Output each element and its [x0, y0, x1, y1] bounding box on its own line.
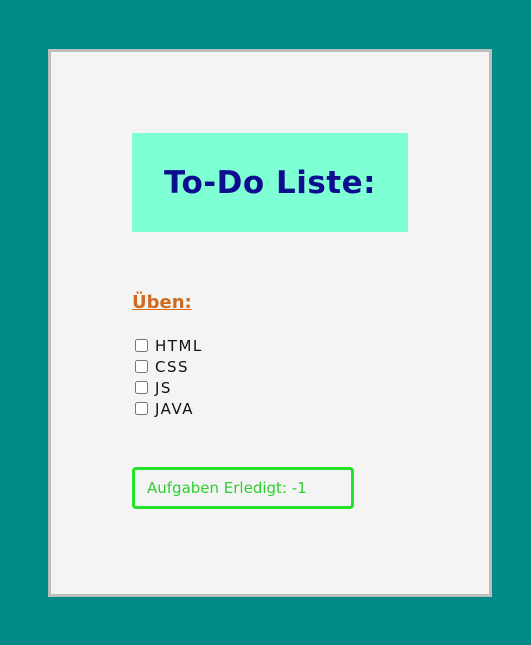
completed-counter-box: Aufgaben Erledigt: -1 — [132, 467, 354, 509]
todo-card: To-Do Liste: Üben: HTML CSS JS JAVA Aufg… — [48, 49, 492, 597]
task-checkbox-java[interactable] — [135, 402, 148, 415]
task-label-html: HTML — [155, 336, 203, 355]
task-checkbox-css[interactable] — [135, 360, 148, 373]
task-checkbox-js[interactable] — [135, 381, 148, 394]
task-checkbox-html[interactable] — [135, 339, 148, 352]
task-item-java: JAVA — [135, 398, 203, 419]
task-label-css: CSS — [155, 357, 190, 376]
completed-counter-text: Aufgaben Erledigt: -1 — [147, 479, 307, 497]
task-item-js: JS — [135, 377, 203, 398]
task-item-html: HTML — [135, 335, 203, 356]
task-label-java: JAVA — [155, 399, 195, 418]
section-heading: Üben: — [132, 292, 192, 313]
page-title: To-Do Liste: — [163, 164, 377, 201]
task-list: HTML CSS JS JAVA — [135, 335, 203, 419]
task-item-css: CSS — [135, 356, 203, 377]
task-label-js: JS — [155, 378, 172, 397]
title-banner: To-Do Liste: — [132, 133, 408, 232]
